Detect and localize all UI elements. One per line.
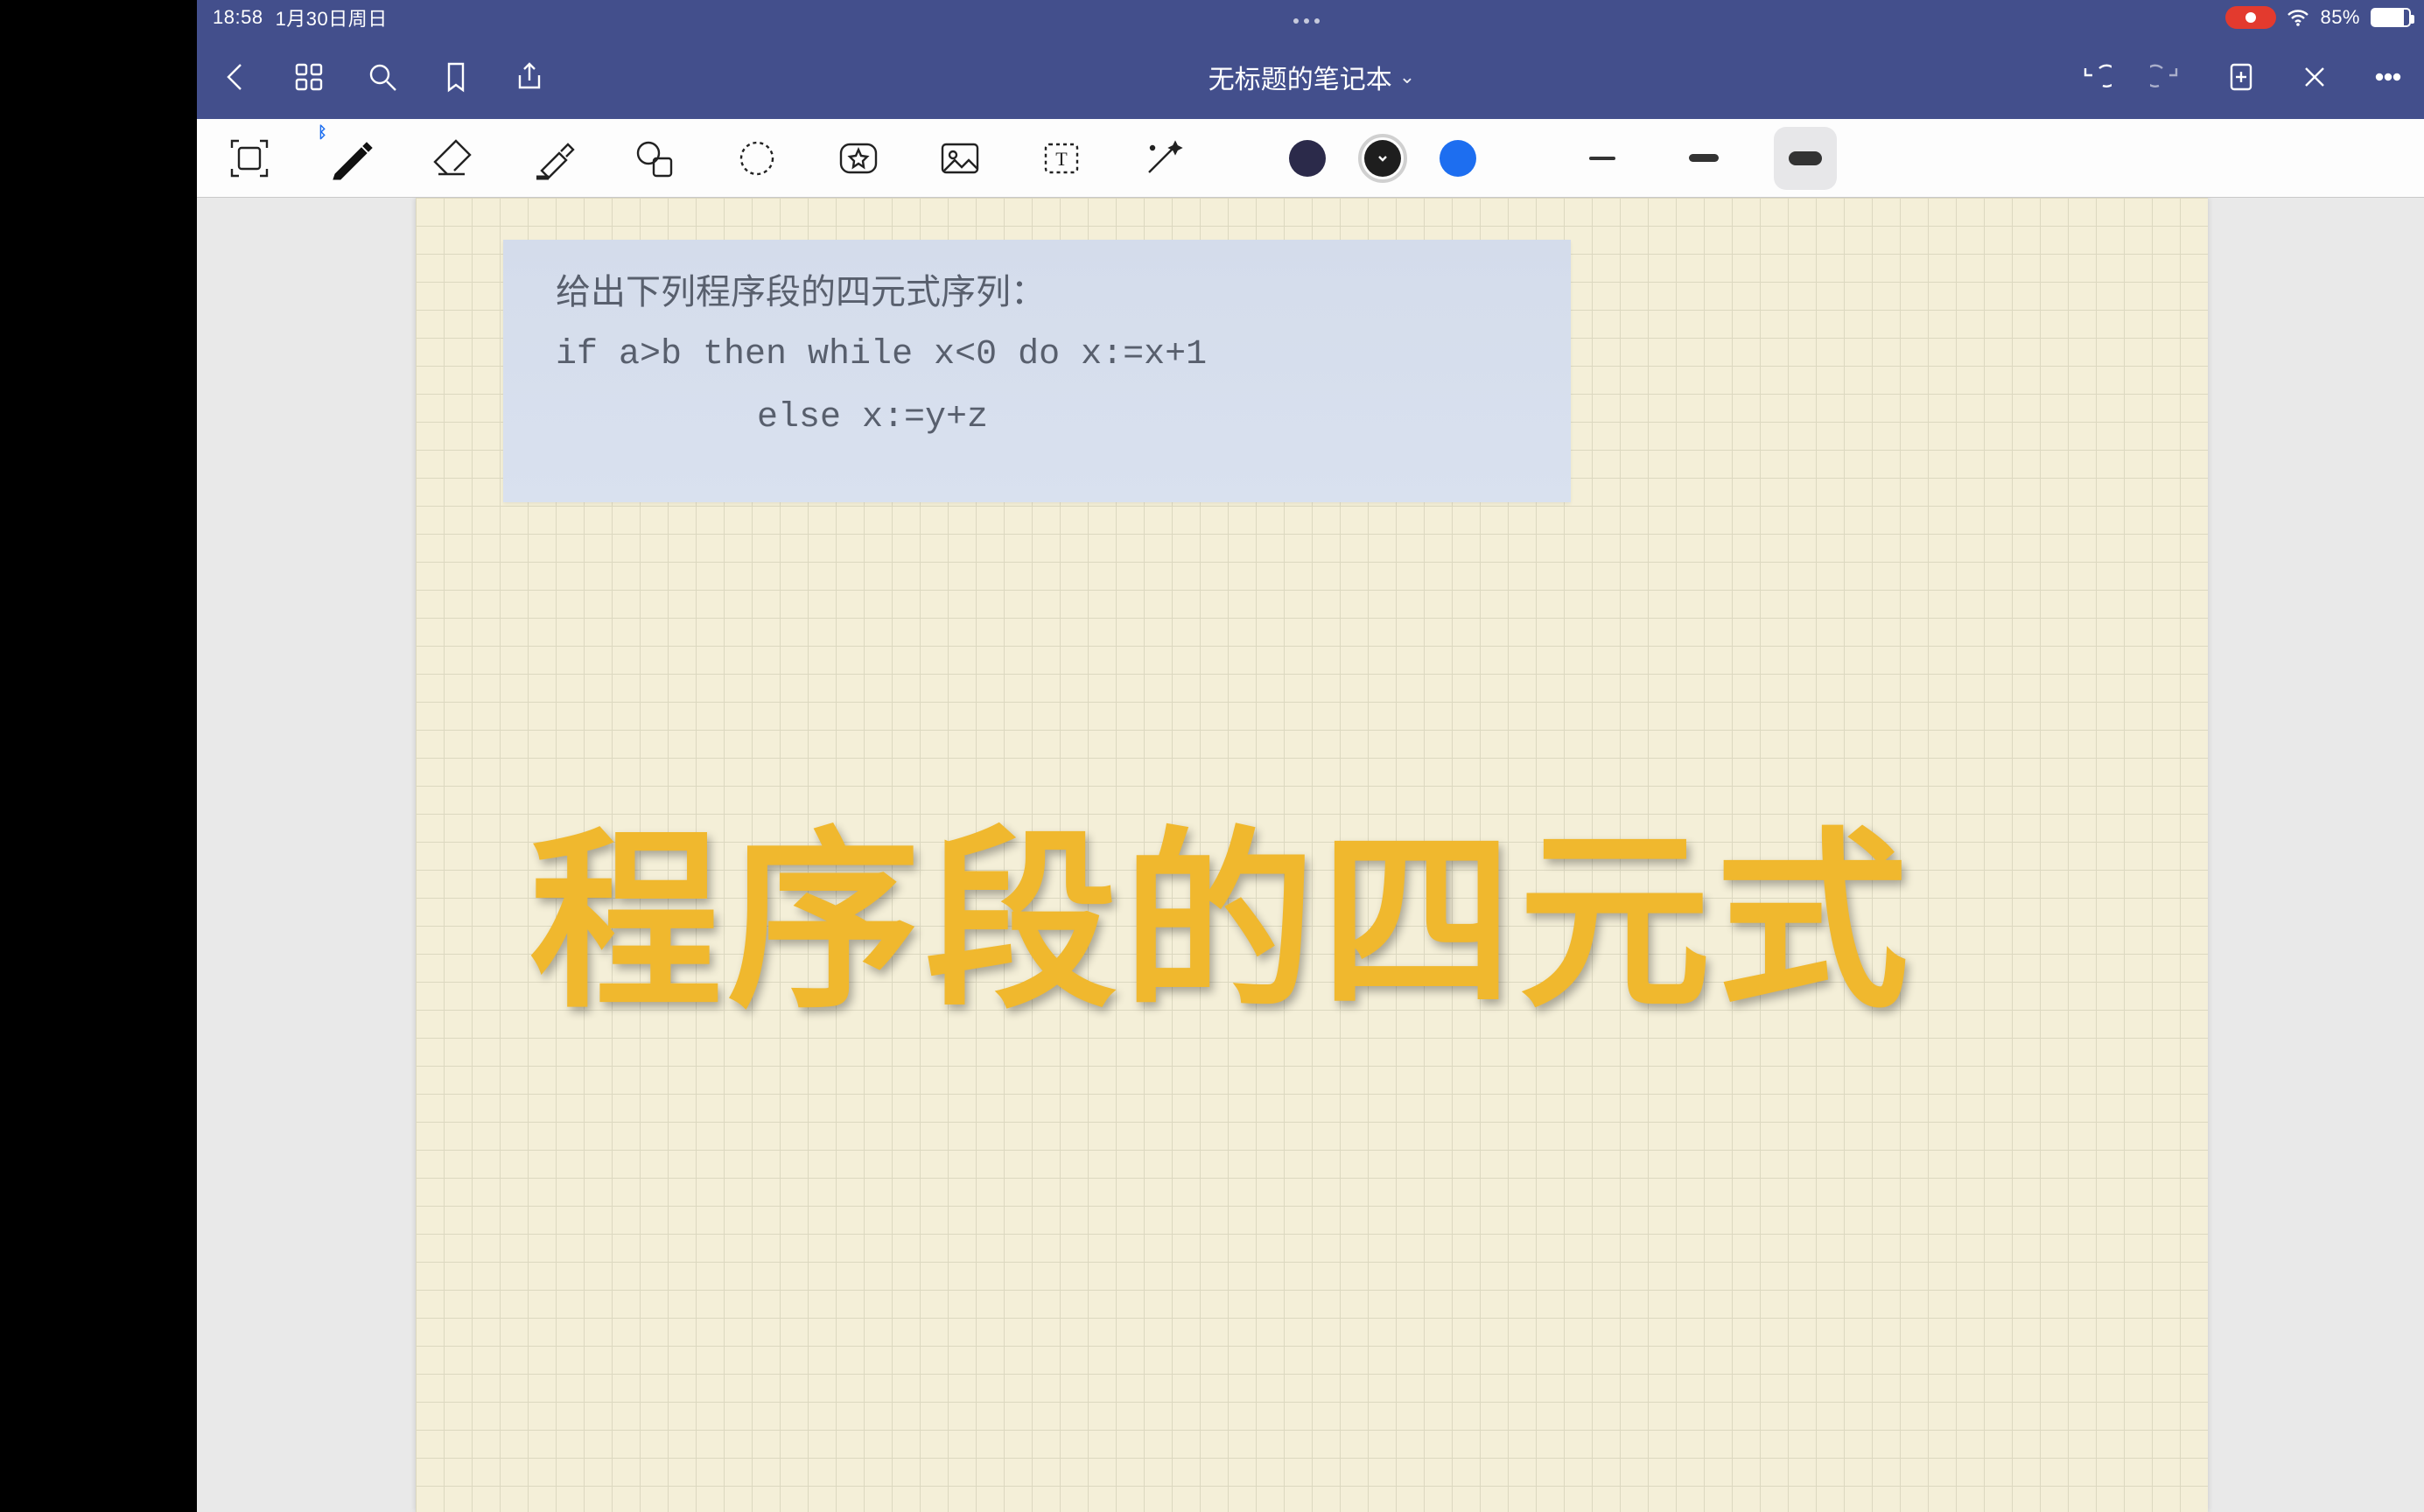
bookmark-button[interactable] bbox=[435, 56, 477, 98]
document-title[interactable]: 无标题的笔记本 bbox=[1208, 58, 1392, 96]
multitasking-handle-icon[interactable] bbox=[1291, 6, 1322, 29]
share-button[interactable] bbox=[508, 56, 550, 98]
scan-tool[interactable] bbox=[218, 127, 281, 190]
magic-tool[interactable] bbox=[1131, 127, 1194, 190]
back-button[interactable] bbox=[214, 56, 256, 98]
screen-recording-pill-icon[interactable] bbox=[2225, 6, 2276, 29]
problem-image[interactable]: 给出下列程序段的四元式序列： if a>b then while x<0 do … bbox=[503, 240, 1571, 502]
color-swatch-black[interactable] bbox=[1364, 140, 1401, 177]
drawing-toolbar: ᛒ T bbox=[197, 119, 2424, 198]
problem-line-3: else x:=y+z bbox=[556, 387, 1518, 450]
star-stamp-tool[interactable] bbox=[827, 127, 890, 190]
stroke-medium[interactable] bbox=[1672, 127, 1735, 190]
eraser-tool[interactable] bbox=[421, 127, 484, 190]
bluetooth-connected-icon: ᛒ bbox=[318, 123, 327, 142]
battery-percent-text: 85% bbox=[2320, 6, 2360, 29]
add-page-button[interactable] bbox=[2220, 56, 2262, 98]
pen-tool[interactable]: ᛒ bbox=[319, 127, 382, 190]
date-text: 1月30日周日 bbox=[276, 4, 388, 32]
stroke-thin[interactable] bbox=[1571, 127, 1634, 190]
ios-status-bar: 18:58 1月30日周日 85% bbox=[197, 0, 2424, 35]
close-button[interactable] bbox=[2294, 56, 2336, 98]
clock-text: 18:58 bbox=[213, 6, 263, 29]
app-title-bar: 无标题的笔记本 ⌄ bbox=[197, 35, 2424, 119]
problem-line-2: if a>b then while x<0 do x:=x+1 bbox=[556, 324, 1518, 387]
image-tool[interactable] bbox=[928, 127, 991, 190]
undo-button[interactable] bbox=[2073, 56, 2115, 98]
color-swatch-blue[interactable] bbox=[1440, 140, 1476, 177]
title-dropdown-icon[interactable]: ⌄ bbox=[1399, 66, 1415, 88]
search-button[interactable] bbox=[361, 56, 403, 98]
grid-view-button[interactable] bbox=[288, 56, 330, 98]
stroke-thick[interactable] bbox=[1774, 127, 1837, 190]
problem-line-1: 给出下列程序段的四元式序列： bbox=[556, 261, 1518, 324]
shapes-tool[interactable] bbox=[624, 127, 687, 190]
battery-icon bbox=[2371, 8, 2411, 27]
lasso-tool[interactable] bbox=[725, 127, 788, 190]
wifi-icon bbox=[2287, 9, 2309, 26]
svg-text:T: T bbox=[1055, 148, 1068, 170]
redo-button[interactable] bbox=[2147, 56, 2189, 98]
notes-app: 18:58 1月30日周日 85% bbox=[197, 0, 2424, 1512]
more-menu-button[interactable] bbox=[2367, 56, 2409, 98]
note-page[interactable]: 给出下列程序段的四元式序列： if a>b then while x<0 do … bbox=[416, 198, 2208, 1512]
color-swatch-navy[interactable] bbox=[1289, 140, 1326, 177]
page-heading: 程序段的四元式 bbox=[529, 766, 1914, 1045]
text-tool[interactable]: T bbox=[1030, 127, 1093, 190]
document-viewport[interactable]: 给出下列程序段的四元式序列： if a>b then while x<0 do … bbox=[197, 198, 2424, 1512]
highlighter-tool[interactable] bbox=[522, 127, 585, 190]
